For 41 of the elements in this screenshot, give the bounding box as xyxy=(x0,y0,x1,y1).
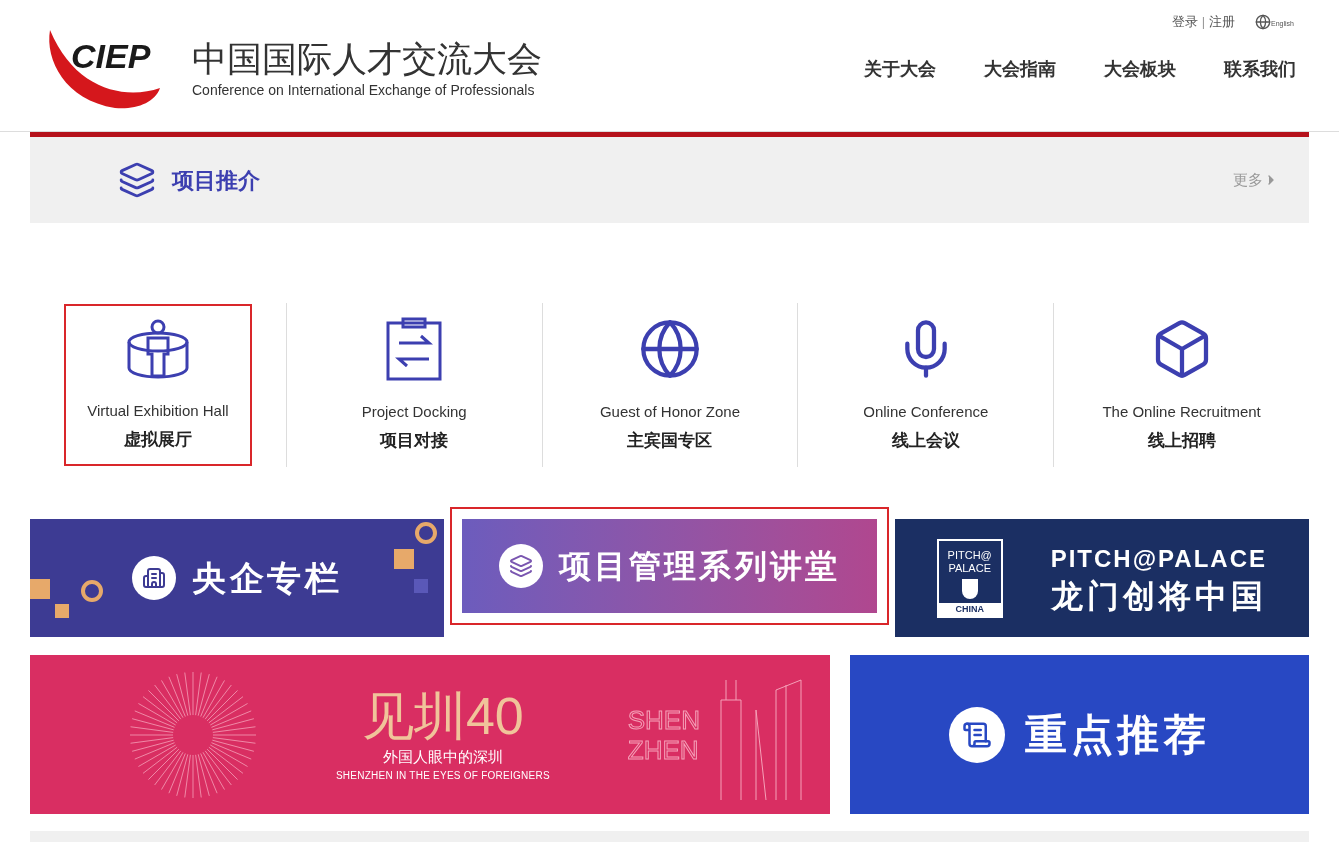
quick-link[interactable]: The Online Recruitment 线上招聘 xyxy=(1087,303,1276,467)
quick-link[interactable]: Online Conference 线上会议 xyxy=(831,303,1020,467)
site-title: 中国国际人才交流大会 xyxy=(192,38,542,80)
quick-link[interactable]: Project Docking 项目对接 xyxy=(320,303,509,467)
nav-link[interactable]: 大会指南 xyxy=(984,55,1056,83)
banner-subtitle: 龙门创将中国 xyxy=(1050,577,1267,615)
banner-title: PITCH@PALACE xyxy=(1050,544,1267,574)
nav-link[interactable]: 关于大会 xyxy=(864,55,936,83)
banner-caption: SHENZHEN IN THE EYES OF FOREIGNERS xyxy=(335,769,550,784)
banner[interactable]: PITCH@ PALACE CHINA PITCH@PALACE 龙门创将中国 xyxy=(894,519,1309,637)
register-link[interactable]: 注册 xyxy=(1209,12,1236,32)
banner-title: 见圳40 xyxy=(361,685,524,746)
section-title: 项目推介 xyxy=(172,166,260,195)
quick-link[interactable]: Guest of Honor Zone 主宾国专区 xyxy=(576,303,764,467)
badge-text: PITCH@ xyxy=(947,548,992,562)
crest-icon xyxy=(961,578,978,599)
nav-link[interactable]: 联系我们 xyxy=(1224,55,1296,83)
banner[interactable]: 项目管理系列讲堂 xyxy=(462,519,877,613)
outline-text: SHEN xyxy=(627,704,700,735)
banner-title: 项目管理系列讲堂 xyxy=(558,547,841,586)
separator: | xyxy=(1201,13,1206,31)
banner[interactable]: 重点推荐 xyxy=(850,655,1309,814)
globe-icon xyxy=(638,317,702,381)
layers-icon xyxy=(118,161,156,199)
banner-title: 央企专栏 xyxy=(192,557,342,599)
outline-text: ZHEN xyxy=(627,734,700,765)
badge-text: PALACE xyxy=(948,561,991,575)
banner-title: 重点推荐 xyxy=(1025,710,1210,760)
nav-link[interactable]: 大会板块 xyxy=(1104,55,1176,83)
quick-link[interactable]: Virtual Exhibition Hall 虚拟展厅 xyxy=(63,304,252,466)
banner-subtitle: 外国人眼中的深圳 xyxy=(382,746,503,767)
banner[interactable]: 央企专栏 xyxy=(30,519,445,637)
person-in-circle-frame-icon xyxy=(125,318,190,380)
login-link[interactable]: 登录 xyxy=(1171,12,1198,32)
layers-icon xyxy=(498,544,543,588)
building-icon xyxy=(132,556,177,600)
badge-text: CHINA xyxy=(938,602,1001,616)
clipboard-arrows-icon xyxy=(385,317,444,381)
banner[interactable]: 见圳40 外国人眼中的深圳 SHENZHEN IN THE EYES OF FOREIGNERS SHEN ZHEN xyxy=(30,655,830,814)
site-subtitle: Conference on International Exchange of Professionals xyxy=(192,81,536,100)
globe-icon[interactable] xyxy=(1255,13,1272,30)
